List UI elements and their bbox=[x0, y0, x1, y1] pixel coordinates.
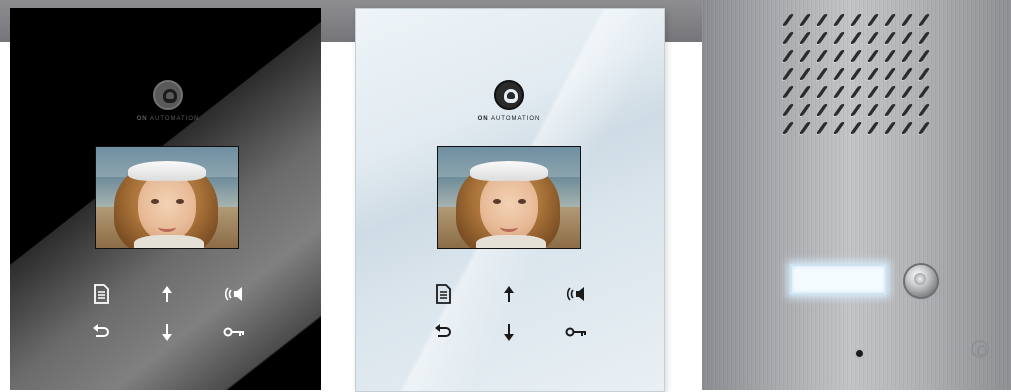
arrow-down-icon[interactable] bbox=[497, 320, 521, 344]
grille-slot bbox=[866, 50, 880, 62]
grille-slot bbox=[900, 104, 914, 116]
illuminated-name-tag bbox=[790, 264, 887, 295]
grille-slot bbox=[917, 32, 931, 44]
grille-slot bbox=[849, 32, 863, 44]
grille-slot bbox=[798, 86, 812, 98]
video-screen-white bbox=[437, 146, 581, 249]
grille-slot bbox=[798, 32, 812, 44]
grille-slot bbox=[900, 68, 914, 80]
grille-slot bbox=[832, 32, 846, 44]
brand-logo-black: ON AUTOMATION bbox=[98, 80, 238, 122]
grille-slot bbox=[917, 122, 931, 134]
arrow-up-icon[interactable] bbox=[155, 282, 179, 306]
key-icon[interactable] bbox=[222, 320, 246, 344]
grille-slot bbox=[798, 68, 812, 80]
video-screen-black bbox=[95, 146, 239, 249]
grille-slot bbox=[917, 104, 931, 116]
grille-slot bbox=[781, 104, 795, 116]
grille-slot bbox=[866, 14, 880, 26]
on-automation-logo-icon bbox=[971, 340, 989, 358]
grille-slot bbox=[781, 32, 795, 44]
grille-slot bbox=[883, 32, 897, 44]
grille-slot bbox=[798, 50, 812, 62]
grille-slot bbox=[798, 14, 812, 26]
grille-slot bbox=[815, 32, 829, 44]
arrow-up-icon[interactable] bbox=[497, 282, 521, 306]
document-icon[interactable] bbox=[431, 282, 455, 306]
grille-slot bbox=[883, 50, 897, 62]
grille-slot bbox=[866, 32, 880, 44]
grille-slot bbox=[883, 122, 897, 134]
grille-slot bbox=[781, 14, 795, 26]
grille-slot bbox=[849, 50, 863, 62]
grille-slot bbox=[781, 50, 795, 62]
grille-slot bbox=[900, 32, 914, 44]
speaker-grille bbox=[780, 12, 940, 142]
brand-label: ON AUTOMATION bbox=[136, 116, 200, 122]
grille-slot bbox=[815, 86, 829, 98]
on-automation-logo-icon bbox=[153, 80, 183, 110]
grille-slot bbox=[900, 122, 914, 134]
grille-slot bbox=[815, 68, 829, 80]
grille-slot bbox=[815, 14, 829, 26]
grille-slot bbox=[815, 50, 829, 62]
speaker-icon[interactable] bbox=[222, 282, 246, 306]
grille-slot bbox=[883, 68, 897, 80]
document-icon[interactable] bbox=[89, 282, 113, 306]
grille-slot bbox=[883, 14, 897, 26]
speaker-icon[interactable] bbox=[564, 282, 588, 306]
grille-slot bbox=[883, 104, 897, 116]
grille-slot bbox=[883, 86, 897, 98]
grille-slot bbox=[781, 86, 795, 98]
on-automation-logo-icon bbox=[494, 80, 524, 110]
grille-slot bbox=[832, 68, 846, 80]
grille-slot bbox=[900, 86, 914, 98]
brand-label: ON AUTOMATION bbox=[477, 116, 541, 122]
grille-slot bbox=[849, 86, 863, 98]
grille-slot bbox=[832, 122, 846, 134]
grille-slot bbox=[832, 50, 846, 62]
grille-slot bbox=[917, 14, 931, 26]
key-icon[interactable] bbox=[564, 320, 588, 344]
grille-slot bbox=[798, 104, 812, 116]
grille-slot bbox=[866, 86, 880, 98]
grille-slot bbox=[832, 104, 846, 116]
grille-slot bbox=[917, 86, 931, 98]
grille-slot bbox=[866, 104, 880, 116]
arrow-down-icon[interactable] bbox=[155, 320, 179, 344]
grille-slot bbox=[866, 122, 880, 134]
grille-slot bbox=[849, 104, 863, 116]
grille-slot bbox=[917, 68, 931, 80]
brand-logo-steel bbox=[962, 340, 998, 358]
grille-slot bbox=[866, 68, 880, 80]
grille-slot bbox=[815, 104, 829, 116]
grille-slot bbox=[849, 14, 863, 26]
grille-slot bbox=[832, 86, 846, 98]
back-arrow-icon[interactable] bbox=[89, 320, 113, 344]
grille-slot bbox=[815, 122, 829, 134]
microphone-icon bbox=[856, 350, 863, 357]
grille-slot bbox=[781, 122, 795, 134]
grille-slot bbox=[798, 122, 812, 134]
grille-slot bbox=[849, 122, 863, 134]
back-arrow-icon[interactable] bbox=[431, 320, 455, 344]
grille-slot bbox=[849, 68, 863, 80]
grille-slot bbox=[900, 50, 914, 62]
brand-logo-white: ON AUTOMATION bbox=[439, 80, 579, 122]
grille-slot bbox=[917, 50, 931, 62]
grille-slot bbox=[781, 68, 795, 80]
grille-slot bbox=[832, 14, 846, 26]
grille-slot bbox=[900, 14, 914, 26]
call-button[interactable] bbox=[905, 265, 937, 297]
